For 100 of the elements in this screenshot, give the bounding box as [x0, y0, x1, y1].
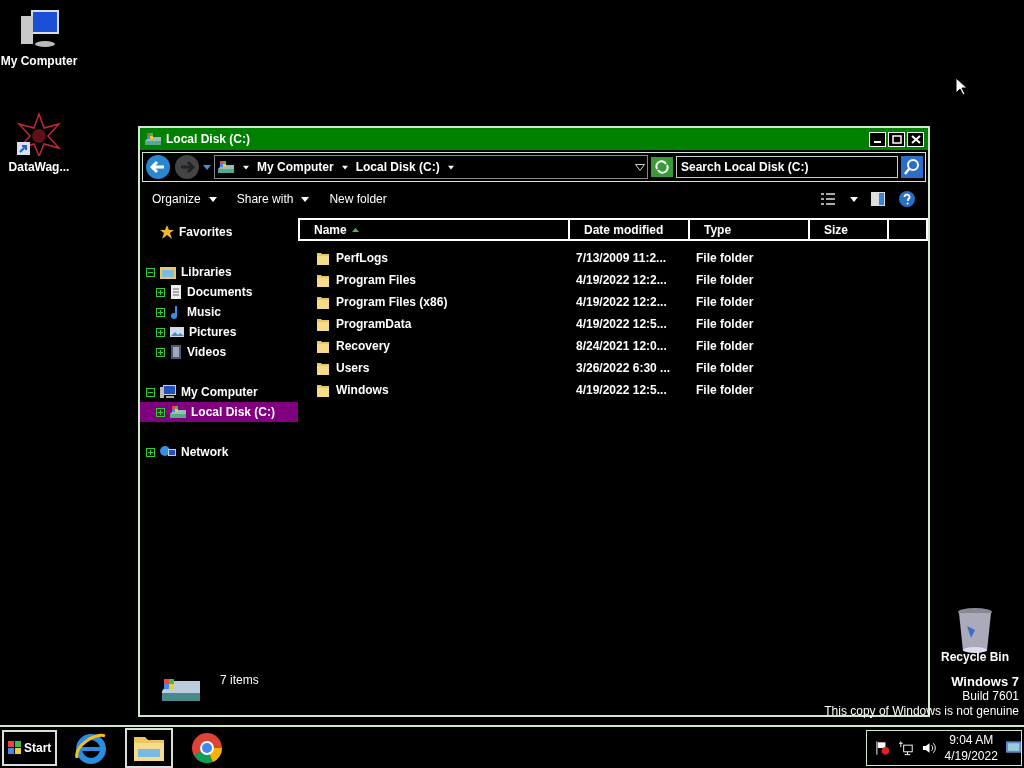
history-caret-icon[interactable] [203, 164, 211, 170]
maximize-icon [891, 134, 902, 144]
dropdown-caret-icon[interactable] [635, 163, 645, 171]
start-button[interactable]: Start [2, 729, 58, 766]
file-row[interactable]: Users 3/26/2022 6:30 ... File folder [298, 357, 928, 379]
flag-icon[interactable] [875, 739, 891, 756]
address-bar[interactable]: My Computer Local Disk (C:) [214, 155, 648, 179]
file-row[interactable]: ProgramData 4/19/2022 12:5... File folder [298, 313, 928, 335]
tree-item[interactable]: Favorites [140, 222, 298, 242]
minimize-button[interactable] [869, 131, 886, 147]
folder-icon [316, 272, 330, 288]
caret-icon [850, 196, 858, 202]
file-row[interactable]: Program Files 4/19/2022 12:2... File folder [298, 269, 928, 291]
type-cell: File folder [696, 383, 754, 397]
caret-icon [243, 164, 249, 170]
item-count: 7 items [220, 672, 259, 689]
drive-icon [144, 131, 162, 147]
show-desktop-icon[interactable] [1005, 740, 1021, 755]
windows-logo-icon [8, 741, 21, 754]
file-name: Recovery [336, 338, 391, 355]
close-icon [910, 134, 921, 144]
file-row[interactable]: Windows 4/19/2022 12:5... File folder [298, 379, 928, 401]
file-name: PerfLogs [336, 250, 388, 267]
browser-e-icon [74, 731, 109, 764]
type-cell: File folder [696, 295, 754, 309]
file-name: Program Files (x86) [336, 294, 448, 311]
tree-item[interactable]: Local Disk (C:) [140, 402, 298, 422]
breadcrumb[interactable]: Local Disk (C:) [355, 158, 440, 176]
type-cell: File folder [696, 251, 754, 265]
clock-time[interactable]: 9:04 AM [949, 731, 994, 748]
collapse-toggle[interactable] [146, 387, 155, 397]
expand-toggle[interactable] [156, 287, 165, 297]
network-icon[interactable] [898, 739, 914, 756]
date-cell: 4/19/2022 12:2... [576, 295, 667, 309]
maximize-button[interactable] [888, 131, 905, 147]
collapse-toggle[interactable] [146, 267, 155, 277]
breadcrumb[interactable]: My Computer [257, 158, 334, 176]
toolbar-button[interactable]: Share with [236, 190, 310, 208]
help-icon[interactable] [898, 190, 916, 208]
expand-toggle[interactable] [156, 347, 165, 357]
type-cell: File folder [696, 361, 754, 375]
column-header[interactable]: Name [298, 220, 570, 239]
type-cell: File folder [696, 339, 754, 353]
tree-item[interactable]: Documents [140, 282, 298, 302]
tree-item[interactable]: Network [140, 442, 298, 462]
search-field[interactable]: Search Local Disk (C:) [676, 156, 898, 178]
star-burst-icon [15, 112, 63, 156]
star-icon [159, 224, 175, 240]
toolbar-button[interactable]: Organize [152, 190, 217, 208]
view-options-icon[interactable] [820, 192, 836, 206]
tree-item[interactable]: Pictures [140, 322, 298, 342]
folder-icon [316, 360, 330, 376]
expand-toggle[interactable] [156, 327, 165, 337]
desktop-icon-label[interactable]: My Computer [0, 52, 78, 70]
file-name: ProgramData [336, 316, 412, 333]
taskbar-button[interactable] [125, 727, 174, 768]
tree-item[interactable]: Libraries [140, 262, 298, 282]
date-cell: 4/19/2022 12:5... [576, 317, 667, 331]
file-name: Users [336, 360, 370, 377]
file-row[interactable]: Program Files (x86) 4/19/2022 12:2... File folder [298, 291, 928, 313]
column-header[interactable]: Size [810, 220, 889, 239]
file-name: Windows [336, 382, 389, 399]
refresh-icon[interactable] [651, 157, 673, 177]
expand-toggle[interactable] [156, 407, 165, 417]
preview-pane-icon[interactable] [870, 191, 886, 207]
window-title: Local Disk (C:) [166, 131, 251, 148]
type-cell: File folder [696, 273, 754, 287]
file-row[interactable]: PerfLogs 7/13/2009 11:2... File folder [298, 247, 928, 269]
search-input[interactable]: Search Local Disk (C:) [681, 158, 893, 176]
folder-icon [316, 316, 330, 332]
expand-toggle[interactable] [156, 307, 165, 317]
toolbar-button[interactable]: New folder [329, 190, 387, 208]
date-cell: 3/26/2022 6:30 ... [576, 361, 671, 375]
clock-date[interactable]: 4/19/2022 [944, 747, 998, 764]
drive-icon [217, 159, 235, 175]
expand-toggle[interactable] [146, 447, 155, 457]
recycle-bin-icon [955, 606, 995, 654]
library-icon [159, 264, 177, 280]
folder-icon [316, 338, 330, 354]
caret-icon [447, 164, 454, 170]
minimize-icon [874, 141, 881, 143]
tree-item[interactable]: Videos [140, 342, 298, 362]
column-header[interactable]: Date modified [570, 220, 690, 239]
drive-icon [169, 404, 187, 420]
file-row[interactable]: Recovery 8/24/2021 12:0... File folder [298, 335, 928, 357]
column-header[interactable]: Type [690, 220, 810, 239]
close-button[interactable] [907, 131, 924, 147]
watermark-text: Build 7601 [962, 689, 1019, 704]
computer-icon [159, 384, 177, 400]
film-icon [169, 344, 183, 360]
tree-item[interactable]: My Computer [140, 382, 298, 402]
file-name: Program Files [336, 272, 417, 289]
folder-icon [316, 250, 330, 266]
date-cell: 7/13/2009 11:2... [576, 251, 667, 265]
desktop-icon-label[interactable]: Recycle Bin [940, 648, 1009, 666]
folder-icon [316, 294, 330, 310]
date-cell: 4/19/2022 12:5... [576, 383, 667, 397]
search-icon[interactable] [901, 156, 923, 178]
desktop-icon-label[interactable]: DataWag... [8, 158, 70, 176]
tree-item[interactable]: Music [140, 302, 298, 322]
